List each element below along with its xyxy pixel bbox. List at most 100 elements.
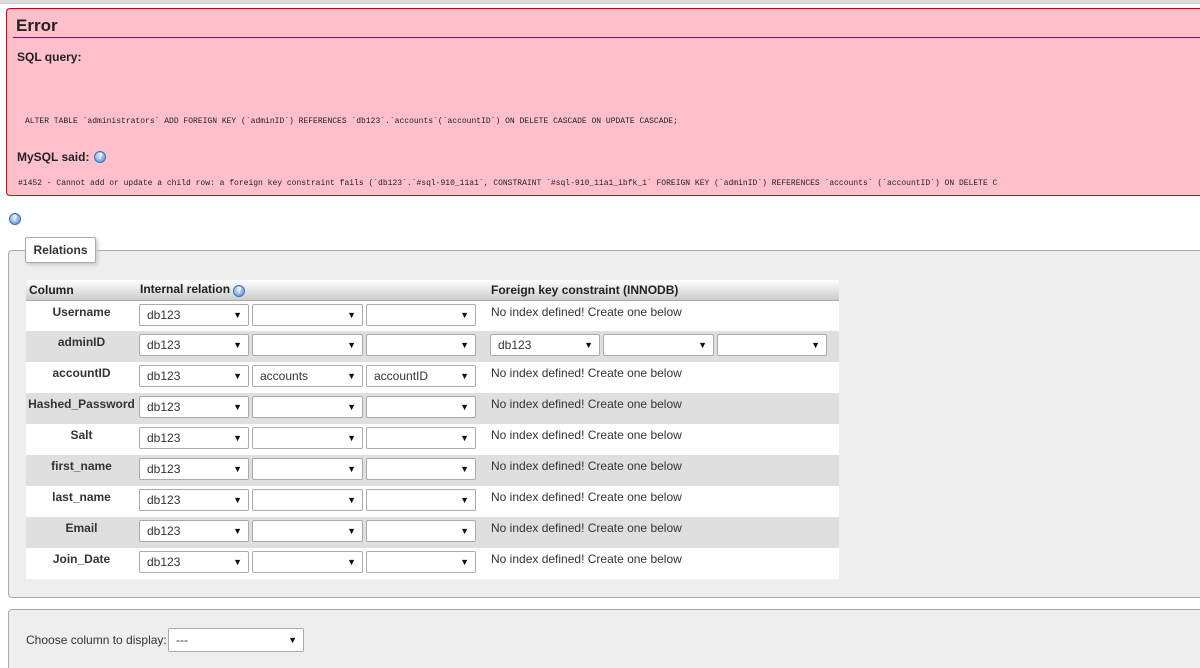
fk-db-select[interactable]: db123 ▼	[490, 334, 600, 356]
table-row: accountID db123 ▼ accounts ▼ accountID ▼ No i…	[26, 362, 839, 393]
internal-relation-cell: db123 ▼ accounts ▼ accountID ▼	[137, 362, 488, 393]
field-select[interactable]: ▼	[366, 334, 476, 356]
fk-field-select[interactable]: ▼	[717, 334, 827, 356]
relations-legend: Relations	[25, 237, 96, 263]
fk-message: No index defined! Create one below	[488, 486, 839, 517]
internal-relation-cell: db123 ▼ ▼ ▼	[137, 517, 488, 548]
chevron-down-icon: ▼	[233, 557, 242, 567]
chevron-down-icon: ▼	[347, 402, 356, 412]
internal-relation-cell: db123 ▼ ▼ ▼	[137, 424, 488, 455]
db-select[interactable]: db123 ▼	[139, 489, 249, 511]
field-select[interactable]: ▼	[366, 303, 476, 326]
table-row: first_name db123 ▼ ▼ ▼ No index defined! Cr…	[26, 455, 839, 486]
fk-constraint-cell: db123 ▼ ▼ ▼	[488, 331, 839, 362]
chevron-down-icon: ▼	[233, 371, 242, 381]
column-name: adminID	[26, 331, 137, 362]
db-select[interactable]: db123 ▼	[139, 520, 249, 542]
fk-message: No index defined! Create one below	[488, 393, 839, 424]
internal-relation-cell: db123 ▼ ▼ ▼	[137, 486, 488, 517]
table-select[interactable]: ▼	[252, 520, 363, 542]
chevron-down-icon: ▼	[460, 371, 469, 381]
mysql-said-label-row: MySQL said: ?	[17, 150, 107, 164]
fk-message: No index defined! Create one below	[488, 455, 839, 486]
table-select[interactable]: ▼	[252, 427, 363, 449]
relations-table: Column Internal relation ? Foreign key c…	[26, 280, 839, 579]
db-select[interactable]: db123 ▼	[139, 365, 249, 387]
display-column-select[interactable]: --- ▼	[168, 628, 304, 652]
db-select[interactable]: db123 ▼	[139, 427, 249, 449]
field-select[interactable]: ▼	[366, 458, 476, 480]
fk-message: No index defined! Create one below	[488, 548, 839, 579]
internal-relation-cell: db123 ▼ ▼ ▼	[137, 331, 488, 362]
fk-message: No index defined! Create one below	[488, 362, 839, 393]
field-select[interactable]: ▼	[366, 396, 476, 418]
chevron-down-icon: ▼	[460, 526, 469, 536]
top-border	[0, 0, 1200, 4]
chevron-down-icon: ▼	[811, 340, 820, 350]
column-name: accountID	[26, 362, 137, 393]
chevron-down-icon: ▼	[460, 309, 469, 320]
chevron-down-icon: ▼	[233, 464, 242, 474]
table-select[interactable]: ▼	[252, 551, 363, 573]
fk-table-select[interactable]: ▼	[603, 334, 714, 356]
chevron-down-icon: ▼	[460, 557, 469, 567]
field-select[interactable]: ▼	[366, 551, 476, 573]
chevron-down-icon: ▼	[233, 340, 242, 350]
header-foreign-key: Foreign key constraint (INNODB)	[488, 280, 839, 301]
table-row: adminID db123 ▼ ▼ ▼ db123 ▼ ▼ ▼	[26, 331, 839, 362]
table-row: Hashed_Password db123 ▼ ▼ ▼ No index define…	[26, 393, 839, 424]
column-name: Hashed_Password	[26, 393, 137, 424]
internal-relation-cell: db123 ▼ ▼ ▼	[137, 300, 488, 331]
table-select[interactable]: ▼	[252, 303, 363, 326]
mysql-error-message: #1452 - Cannot add or update a child row…	[18, 179, 998, 188]
chevron-down-icon: ▼	[233, 433, 242, 443]
table-row: Email db123 ▼ ▼ ▼ No index defined! Create …	[26, 517, 839, 548]
column-name: Email	[26, 517, 137, 548]
chevron-down-icon: ▼	[288, 635, 297, 645]
table-row: last_name db123 ▼ ▼ ▼ No index defined! Cre…	[26, 486, 839, 517]
display-column-label: Choose column to display:	[26, 633, 167, 647]
internal-relation-cell: db123 ▼ ▼ ▼	[137, 393, 488, 424]
chevron-down-icon: ▼	[347, 340, 356, 350]
internal-relation-cell: db123 ▼ ▼ ▼	[137, 455, 488, 486]
help-icon[interactable]: ?	[9, 213, 21, 225]
field-select[interactable]: accountID ▼	[366, 365, 476, 387]
field-select[interactable]: ▼	[366, 520, 476, 542]
chevron-down-icon: ▼	[347, 464, 356, 474]
db-select[interactable]: db123 ▼	[139, 551, 249, 573]
db-select[interactable]: db123 ▼	[139, 396, 249, 418]
chevron-down-icon: ▼	[347, 309, 356, 320]
table-select[interactable]: ▼	[252, 396, 363, 418]
db-select[interactable]: db123 ▼	[139, 303, 249, 326]
column-name: Salt	[26, 424, 137, 455]
table-row: Username db123 ▼ ▼ ▼ No index defined! Crea…	[26, 300, 839, 331]
field-select[interactable]: ▼	[366, 427, 476, 449]
table-select[interactable]: ▼	[252, 489, 363, 511]
error-title: Error	[16, 16, 58, 35]
header-internal-relation-label: Internal relation	[140, 282, 231, 297]
table-select[interactable]: ▼	[252, 458, 363, 480]
error-divider	[13, 37, 1200, 38]
chevron-down-icon: ▼	[233, 526, 242, 536]
help-icon[interactable]: ?	[233, 285, 246, 298]
db-select[interactable]: db123 ▼	[139, 334, 249, 356]
db-select[interactable]: db123 ▼	[139, 458, 249, 480]
chevron-down-icon: ▼	[233, 402, 242, 412]
table-row: Join_Date db123 ▼ ▼ ▼ No index defined! Cre…	[26, 548, 839, 579]
header-column: Column	[26, 280, 137, 301]
chevron-down-icon: ▼	[460, 402, 469, 412]
table-select[interactable]: accounts ▼	[252, 365, 363, 387]
chevron-down-icon: ▼	[460, 340, 469, 350]
help-icon[interactable]: ?	[94, 151, 107, 163]
table-row: Salt db123 ▼ ▼ ▼ No index defined! Create o…	[26, 424, 839, 455]
table-select[interactable]: ▼	[252, 334, 363, 356]
field-select[interactable]: ▼	[366, 489, 476, 511]
column-name: last_name	[26, 486, 137, 517]
header-internal-relation: Internal relation ?	[137, 280, 488, 301]
chevron-down-icon: ▼	[460, 433, 469, 443]
chevron-down-icon: ▼	[233, 309, 242, 320]
error-panel: Error SQL query: ALTER TABLE `administra…	[6, 8, 1200, 196]
chevron-down-icon: ▼	[460, 495, 469, 505]
fk-message: No index defined! Create one below	[488, 517, 839, 548]
chevron-down-icon: ▼	[347, 371, 356, 381]
